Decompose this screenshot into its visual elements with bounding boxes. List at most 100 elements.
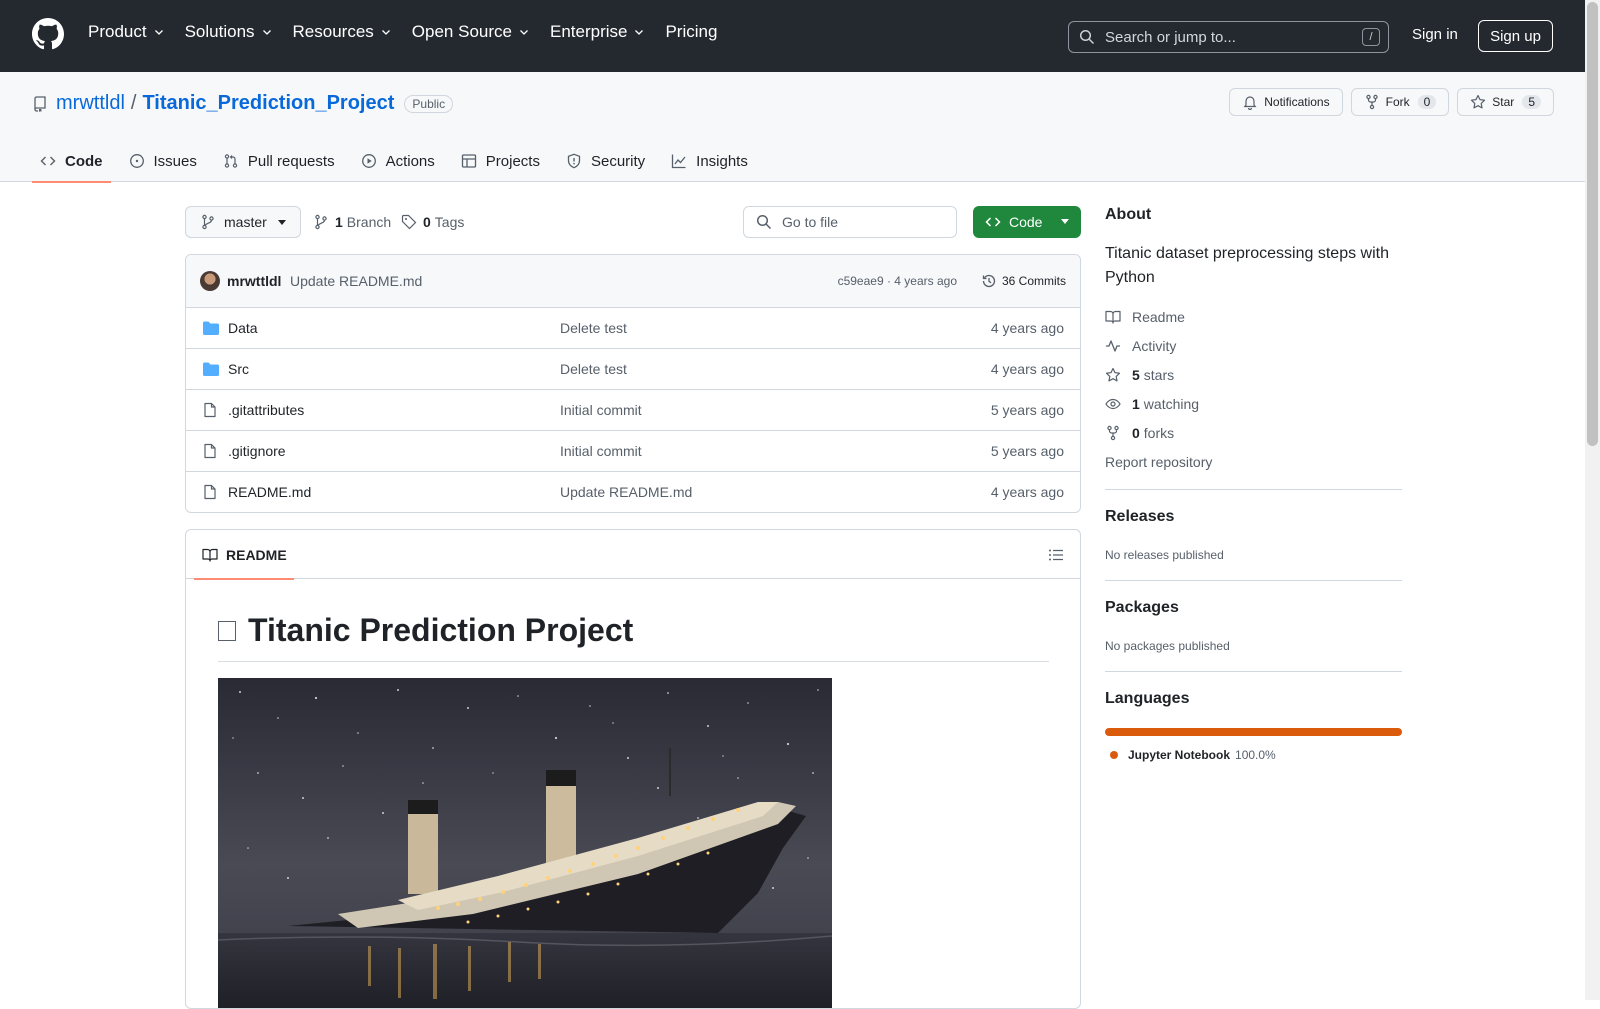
file-row-gitignore[interactable]: .gitignore Initial commit 5 years ago (186, 431, 1080, 472)
scrollbar-thumb[interactable] (1587, 2, 1598, 446)
tab-projects[interactable]: Projects (453, 140, 548, 182)
file-commit-message[interactable]: Delete test (560, 320, 627, 336)
file-row-readme[interactable]: README.md Update README.md 4 years ago (186, 472, 1080, 512)
stars-count: 5 (1132, 367, 1140, 383)
pulse-icon (1106, 340, 1120, 352)
packages-heading[interactable]: Packages (1105, 599, 1402, 617)
list-icon[interactable] (1048, 547, 1064, 563)
repo-actions: Notifications Fork 0 Star 5 (1229, 88, 1554, 116)
language-color-dot (1110, 751, 1118, 759)
commit-author-link[interactable]: mrwttldl (227, 273, 281, 289)
language-item[interactable]: Jupyter Notebook 100.0% (1105, 748, 1402, 762)
page-scrollbar[interactable] (1585, 0, 1600, 1000)
language-percent: 100.0% (1235, 748, 1276, 762)
commit-message-link[interactable]: Update README.md (290, 273, 422, 289)
nav-resources[interactable]: Resources (293, 22, 392, 42)
branch-select-button[interactable]: master (185, 206, 301, 238)
tab-security[interactable]: Security (558, 140, 653, 182)
go-to-file-input[interactable]: Go to file (743, 206, 957, 238)
report-repository-link[interactable]: Report repository (1105, 453, 1402, 471)
visibility-badge: Public (404, 94, 454, 113)
nav-resources-label: Resources (292, 22, 374, 41)
readme-title-text: Titanic Prediction Project (248, 612, 634, 648)
github-logo-icon[interactable] (32, 18, 64, 50)
star-button[interactable]: Star 5 (1457, 88, 1554, 116)
bell-icon (1243, 96, 1257, 110)
file-navigation: master 1 Branch 0 Tags Go to file Code (185, 206, 1081, 238)
tag-icon (401, 214, 417, 230)
book-icon (1105, 310, 1121, 324)
nav-product-label: Product (88, 22, 147, 41)
nav-open-source[interactable]: Open Source (412, 22, 530, 42)
file-name[interactable]: Data (228, 320, 258, 336)
tab-pull-requests[interactable]: Pull requests (215, 140, 343, 182)
file-age: 4 years ago (990, 320, 1064, 336)
file-name[interactable]: README.md (228, 484, 311, 500)
readme-link[interactable]: Readme (1105, 308, 1402, 326)
file-commit-message[interactable]: Initial commit (560, 443, 642, 459)
file-commit-message[interactable]: Initial commit (560, 402, 642, 418)
global-header: Product Solutions Resources Open Source … (0, 0, 1600, 72)
star-icon (1471, 94, 1486, 109)
file-row-gitattributes[interactable]: .gitattributes Initial commit 5 years ag… (186, 390, 1080, 431)
global-search-input[interactable]: Search or jump to... / (1068, 21, 1389, 53)
file-commit-message[interactable]: Delete test (560, 361, 627, 377)
notifications-button[interactable]: Notifications (1229, 88, 1343, 116)
file-row-data[interactable]: Data Delete test 4 years ago (186, 308, 1080, 349)
tab-actions[interactable]: Actions (353, 140, 443, 182)
commit-hash-link[interactable]: c59eae9 · 4 years ago (838, 274, 957, 288)
readme-tab[interactable]: README (194, 530, 294, 580)
file-commit-message[interactable]: Update README.md (560, 484, 692, 500)
folder-icon (203, 321, 219, 335)
nav-product[interactable]: Product (88, 22, 165, 42)
nav-enterprise[interactable]: Enterprise (550, 22, 645, 42)
search-icon (756, 214, 772, 230)
branch-icon (315, 214, 327, 230)
file-name[interactable]: .gitignore (228, 443, 286, 459)
code-icon (40, 156, 56, 166)
readme-link-label: Readme (1132, 309, 1185, 325)
releases-heading[interactable]: Releases (1105, 508, 1402, 526)
nav-solutions[interactable]: Solutions (185, 22, 273, 42)
stars-link[interactable]: 5 stars (1105, 366, 1402, 384)
avatar[interactable] (200, 271, 220, 291)
fork-icon (1107, 425, 1119, 441)
titanic-sinking-image[interactable] (218, 678, 832, 1009)
tab-code[interactable]: Code (32, 140, 111, 183)
file-age: 4 years ago (990, 361, 1064, 377)
sidebar-divider (1105, 671, 1402, 672)
sign-in-link[interactable]: Sign in (1412, 26, 1458, 43)
forks-link[interactable]: 0 forks (1105, 424, 1402, 442)
file-name[interactable]: Src (228, 361, 249, 377)
nav-enterprise-label: Enterprise (549, 22, 628, 41)
commits-history-link[interactable]: 36 Commits (981, 273, 1066, 289)
repo-owner-link[interactable]: mrwttldl (56, 92, 125, 115)
caret-down-icon (1061, 219, 1069, 224)
fork-button[interactable]: Fork 0 (1350, 88, 1450, 116)
missing-glyph-icon (218, 620, 236, 641)
fork-count: 0 (1417, 95, 1437, 109)
tags-link[interactable]: 0 Tags (401, 214, 464, 230)
repo-icon (34, 95, 46, 112)
sidebar-divider (1105, 489, 1402, 490)
languages-heading: Languages (1105, 690, 1190, 707)
star-label: Star (1492, 95, 1515, 109)
nav-pricing[interactable]: Pricing (665, 22, 717, 42)
file-row-src[interactable]: Src Delete test 4 years ago (186, 349, 1080, 390)
watchers-link[interactable]: 1 watching (1105, 395, 1402, 413)
table-icon (461, 154, 476, 168)
activity-link[interactable]: Activity (1105, 337, 1402, 355)
code-dropdown-button[interactable]: Code (973, 206, 1081, 238)
tab-insights[interactable]: Insights (663, 140, 756, 182)
branches-link[interactable]: 1 Branch (313, 214, 391, 230)
watching-label: watching (1143, 396, 1200, 412)
stars-label: stars (1143, 367, 1175, 383)
sign-up-button[interactable]: Sign up (1478, 20, 1553, 52)
tab-issues[interactable]: Issues (121, 140, 205, 182)
file-name[interactable]: .gitattributes (228, 402, 304, 418)
fork-label: Fork (1385, 95, 1410, 109)
file-age: 5 years ago (990, 402, 1064, 418)
repo-name-link[interactable]: Titanic_Prediction_Project (142, 92, 394, 115)
tag-count-label: Tags (434, 214, 465, 230)
packages-empty-text: No packages published (1105, 639, 1230, 653)
